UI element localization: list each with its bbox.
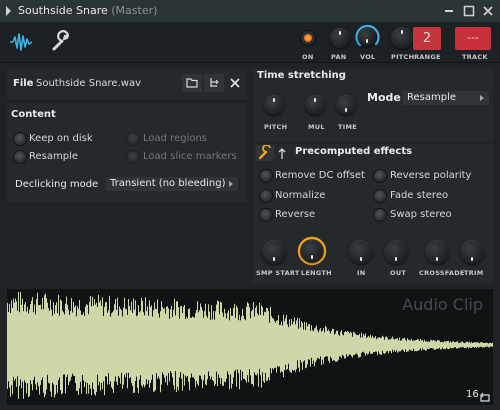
file-name: Southside Snare.wav [36, 78, 141, 89]
track-selector[interactable]: --- [455, 27, 491, 50]
track-label: TRACK [462, 53, 488, 61]
out-label: OUT [390, 269, 407, 277]
chevron-right-icon [480, 95, 484, 101]
load-slice-markers-radio[interactable] [127, 151, 139, 163]
ts-time-label: TIME [338, 123, 357, 131]
length-label: LENGTH [301, 269, 332, 277]
in-label: IN [357, 269, 366, 277]
remove-dc-offset-toggle[interactable] [260, 170, 272, 182]
locate-file-button[interactable] [204, 74, 224, 92]
on-label: ON [302, 53, 314, 61]
swap-stereo-toggle[interactable] [374, 209, 386, 221]
time-stretching-panel: Time stretching PITCH MUL TIME Mode Resa… [253, 69, 493, 142]
load-regions-label: Load regions [143, 133, 208, 144]
sample-start-label: SMP START [256, 269, 300, 277]
fade-stereo-toggle[interactable] [374, 190, 386, 202]
maximize-icon [463, 5, 475, 17]
keep-on-disk-radio[interactable] [14, 133, 26, 145]
content-title: Content [11, 109, 56, 120]
pan-label: PAN [331, 53, 347, 61]
mode-dropdown[interactable]: Resample [403, 91, 489, 105]
loop-icon[interactable] [479, 388, 491, 407]
window-title-text: Southside Snare [18, 4, 108, 17]
on-toggle[interactable] [301, 31, 315, 45]
arrow-up-icon [278, 148, 286, 159]
length-knob[interactable] [297, 236, 327, 266]
precomputed-effects-title: Precomputed effects [295, 146, 413, 157]
pitch-label: PITCH [391, 53, 415, 61]
ts-mul-knob[interactable] [305, 95, 325, 115]
sample-start-knob[interactable] [262, 240, 286, 264]
file-panel: File Southside Snare.wav [7, 69, 247, 99]
crossfade-label: CROSSFADE [419, 269, 465, 277]
minimize-icon [445, 10, 453, 12]
chevron-right-icon [229, 181, 233, 187]
loop-counter: 16 [466, 389, 479, 400]
crossfade-knob[interactable] [425, 240, 449, 264]
close-icon [483, 6, 493, 16]
precomputed-wrench-button[interactable] [256, 144, 274, 161]
normalize-label: Normalize [275, 190, 326, 201]
ts-pitch-label: PITCH [264, 123, 288, 131]
ts-pitch-knob[interactable] [264, 95, 284, 115]
out-knob[interactable] [384, 240, 408, 264]
maximize-button[interactable] [462, 3, 476, 17]
pitch-range-display[interactable]: 2 [413, 27, 441, 50]
reverse-toggle[interactable] [260, 209, 272, 221]
close-icon [230, 78, 240, 88]
waveform-display[interactable]: Audio Clip 16 [7, 289, 493, 405]
content-panel: Content Keep on disk Resample Load regio… [7, 103, 247, 202]
folder-icon [186, 78, 198, 88]
wrench-tab-icon[interactable] [50, 30, 72, 56]
trim-label: TRIM [464, 269, 484, 277]
mode-label: Mode [367, 91, 401, 104]
pan-knob[interactable] [330, 28, 350, 48]
load-slice-markers-label: Load slice markers [143, 151, 237, 162]
browse-file-button[interactable] [182, 74, 202, 92]
volume-knob[interactable] [354, 24, 380, 50]
window-title: Southside Snare (Master) [18, 4, 157, 17]
volume-label: VOL [360, 53, 376, 61]
locate-icon [210, 78, 219, 87]
close-window-button[interactable] [481, 3, 495, 17]
clear-file-button[interactable] [226, 74, 244, 92]
wrench-icon [258, 144, 271, 160]
reverse-label: Reverse [275, 209, 316, 220]
ts-mul-label: MUL [308, 123, 325, 131]
in-knob[interactable] [349, 240, 373, 264]
fade-stereo-label: Fade stereo [390, 190, 449, 201]
menu-arrow-icon[interactable] [6, 6, 11, 16]
file-label: File [13, 78, 34, 89]
title-bar: Southside Snare (Master) [0, 0, 500, 22]
range-label: RANGE [414, 53, 441, 61]
declicking-mode-label: Declicking mode [15, 179, 99, 190]
audio-clip-watermark: Audio Clip [402, 295, 483, 314]
mode-value: Resample [407, 92, 457, 103]
load-regions-radio[interactable] [127, 133, 139, 145]
swap-stereo-label: Swap stereo [390, 209, 452, 220]
time-stretching-title: Time stretching [257, 70, 346, 81]
reverse-polarity-toggle[interactable] [374, 170, 386, 182]
keep-on-disk-label: Keep on disk [29, 133, 93, 144]
resample-radio[interactable] [14, 151, 26, 163]
reverse-polarity-label: Reverse polarity [390, 170, 472, 181]
window-subtitle: (Master) [111, 4, 158, 17]
declicking-mode-value: Transient (no bleeding) [110, 178, 226, 189]
resample-label: Resample [29, 151, 79, 162]
precomputed-arrow-button[interactable] [277, 146, 287, 160]
normalize-toggle[interactable] [260, 190, 272, 202]
precomputed-effects-panel: Precomputed effects Remove DC offset Nor… [253, 144, 493, 284]
on-led-icon [304, 34, 312, 42]
minimize-button[interactable] [442, 3, 456, 17]
ts-time-knob[interactable] [336, 95, 356, 115]
waveform-tab-icon[interactable] [9, 31, 33, 57]
remove-dc-offset-label: Remove DC offset [275, 170, 365, 181]
declicking-mode-dropdown[interactable]: Transient (no bleeding) [106, 177, 238, 191]
toolbar: ON PAN VOL PITCH 2 RANGE --- TRACK [0, 22, 500, 63]
trim-knob[interactable] [460, 240, 484, 264]
pitch-knob[interactable] [391, 27, 413, 49]
